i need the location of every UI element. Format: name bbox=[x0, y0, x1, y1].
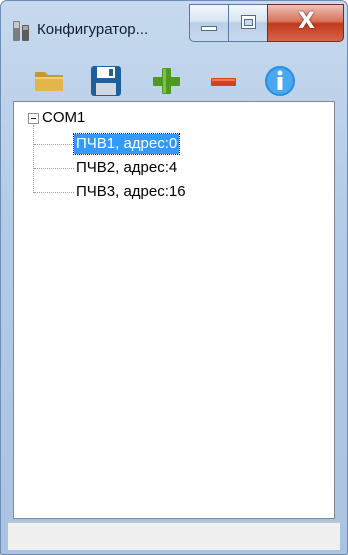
minus-icon bbox=[211, 78, 236, 86]
close-button[interactable]: X bbox=[267, 4, 344, 42]
floppy-save-icon bbox=[91, 66, 121, 96]
remove-button[interactable] bbox=[205, 63, 241, 99]
window-title: Конфигуратор... bbox=[37, 21, 149, 38]
status-bar bbox=[8, 522, 340, 550]
add-button[interactable] bbox=[148, 63, 184, 99]
save-button[interactable] bbox=[88, 63, 124, 99]
info-button[interactable] bbox=[262, 63, 298, 99]
device-tree[interactable]: COM1 ПЧВ1, адрес:0 ПЧВ2, адрес:4 ПЧВ3, а… bbox=[13, 101, 335, 519]
plus-icon bbox=[153, 68, 180, 94]
tree-connector bbox=[34, 192, 74, 193]
maximize-button[interactable] bbox=[228, 4, 268, 42]
tree-root-com1[interactable]: COM1 bbox=[42, 109, 85, 126]
close-icon: X bbox=[298, 9, 315, 34]
minimize-button[interactable] bbox=[189, 4, 229, 42]
app-icon bbox=[13, 21, 29, 41]
tree-node-pchv1[interactable]: ПЧВ1, адрес:0 bbox=[72, 133, 181, 155]
minimize-icon bbox=[201, 26, 217, 31]
tree-connector bbox=[34, 144, 74, 145]
title-bar[interactable]: Конфигуратор... X bbox=[1, 1, 347, 47]
tree-node-pchv3[interactable]: ПЧВ3, адрес:16 bbox=[74, 182, 188, 202]
folder-open-icon bbox=[35, 72, 63, 91]
tree-connector bbox=[33, 125, 34, 193]
open-button[interactable] bbox=[32, 63, 68, 99]
maximize-icon bbox=[241, 15, 256, 29]
tree-connector bbox=[34, 168, 74, 169]
toolbar bbox=[8, 57, 340, 103]
info-icon bbox=[265, 66, 295, 96]
collapse-toggle-icon[interactable] bbox=[28, 113, 39, 124]
tree-node-pchv2[interactable]: ПЧВ2, адрес:4 bbox=[74, 158, 179, 178]
app-window: Конфигуратор... X COM1 ПЧВ1, адрес:0 ПЧВ… bbox=[0, 0, 348, 555]
